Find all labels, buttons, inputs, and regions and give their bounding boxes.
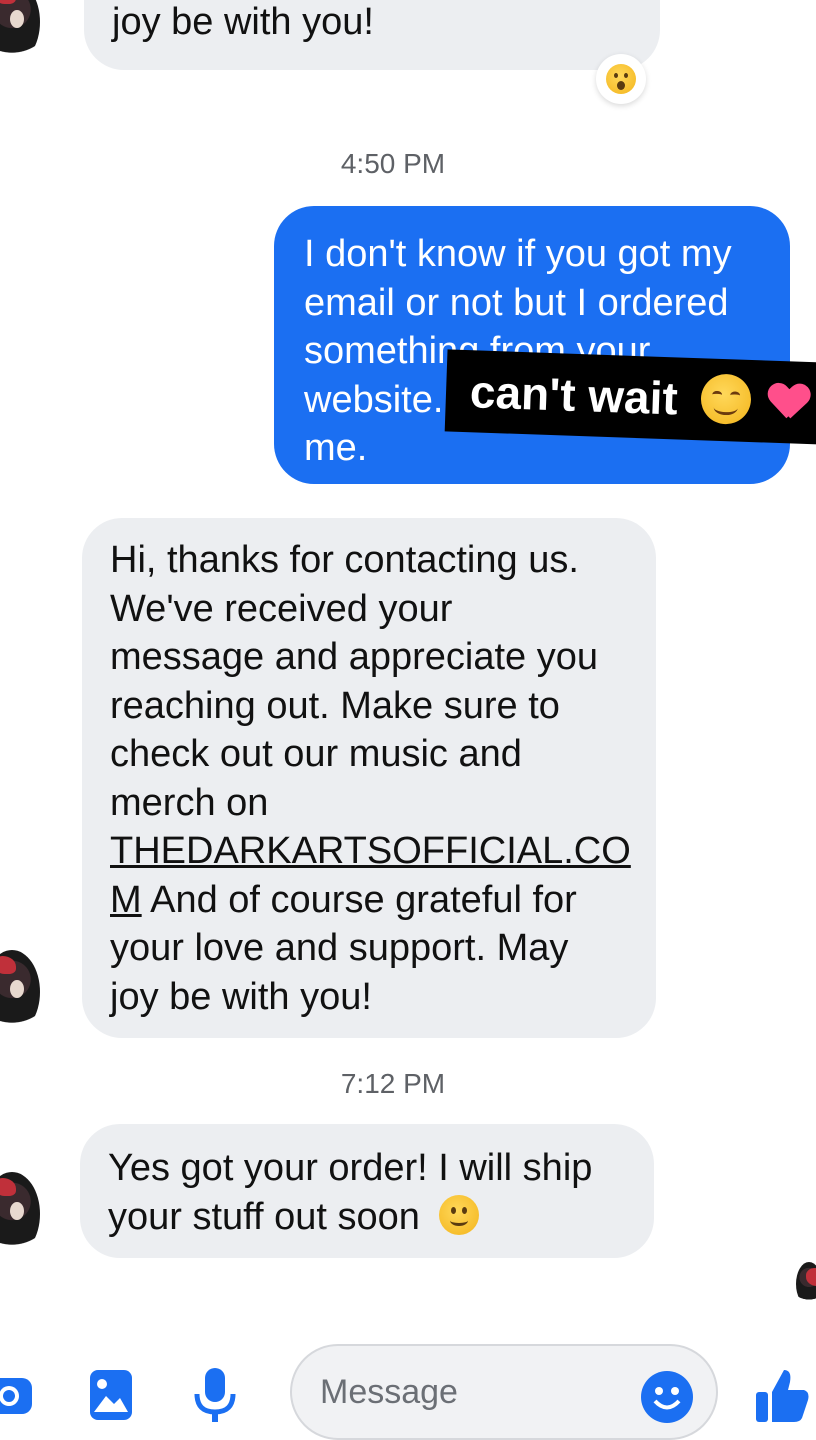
- message-line: message and appreciate you: [110, 636, 598, 678]
- wow-reaction-icon[interactable]: [596, 54, 646, 104]
- incoming-message-bubble[interactable]: joy be with you!: [84, 0, 660, 70]
- message-line: email or not but I ordered: [304, 281, 729, 324]
- timestamp: 7:12 PM: [340, 1068, 446, 1099]
- contact-avatar[interactable]: [0, 950, 40, 1034]
- timestamp: 4:50 PM: [340, 148, 446, 179]
- read-receipt-avatar: [796, 1262, 816, 1306]
- thumbs-up-icon[interactable]: [752, 1366, 812, 1426]
- message-line-with-link: M And of course grateful for: [110, 876, 656, 925]
- smile-emoji-icon: [699, 373, 752, 425]
- outgoing-message-bubble[interactable]: I don't know if you got my email or not …: [274, 206, 790, 484]
- message-line: We've received your: [110, 587, 453, 630]
- image-icon[interactable]: [88, 1368, 138, 1424]
- microphone-icon[interactable]: [190, 1366, 240, 1422]
- message-line: Yes got your order! I will ship: [108, 1147, 593, 1189]
- website-link-end[interactable]: M: [110, 879, 142, 921]
- composer-bar: Message: [0, 1340, 816, 1440]
- contact-avatar[interactable]: [0, 1172, 40, 1256]
- contact-avatar[interactable]: [0, 0, 40, 64]
- incoming-message-bubble[interactable]: Hi, thanks for contacting us. We've rece…: [82, 518, 656, 1038]
- camera-icon[interactable]: [0, 1370, 34, 1426]
- message-line-with-emoji: your stuff out soon: [108, 1193, 654, 1242]
- wow-emoji: [606, 64, 636, 94]
- heart-emoji-icon: [768, 384, 809, 425]
- overlay-text: can't wait: [469, 365, 679, 425]
- message-line: check out our music and: [110, 733, 522, 775]
- message-line: I don't know if you got my: [304, 233, 732, 275]
- message-line: Hi, thanks for contacting us.: [110, 539, 579, 581]
- incoming-message-bubble[interactable]: Yes got your order! I will ship your stu…: [80, 1124, 654, 1258]
- message-line: your love and support. May: [110, 927, 569, 969]
- message-text: your stuff out soon: [108, 1195, 420, 1238]
- message-line: reaching out. Make sure to: [110, 684, 560, 727]
- website-link[interactable]: THEDARKARTSOFFICIAL.CO: [110, 827, 656, 876]
- message-text: joy be with you!: [112, 1, 374, 43]
- emoji-icon[interactable]: [640, 1370, 694, 1424]
- slight-smile-emoji-icon: [438, 1194, 479, 1235]
- message-line: merch on: [110, 781, 269, 824]
- text-sticker-overlay: can't wait: [444, 349, 816, 445]
- message-line: joy be with you!: [110, 975, 372, 1018]
- message-text: And of course grateful for: [141, 878, 577, 921]
